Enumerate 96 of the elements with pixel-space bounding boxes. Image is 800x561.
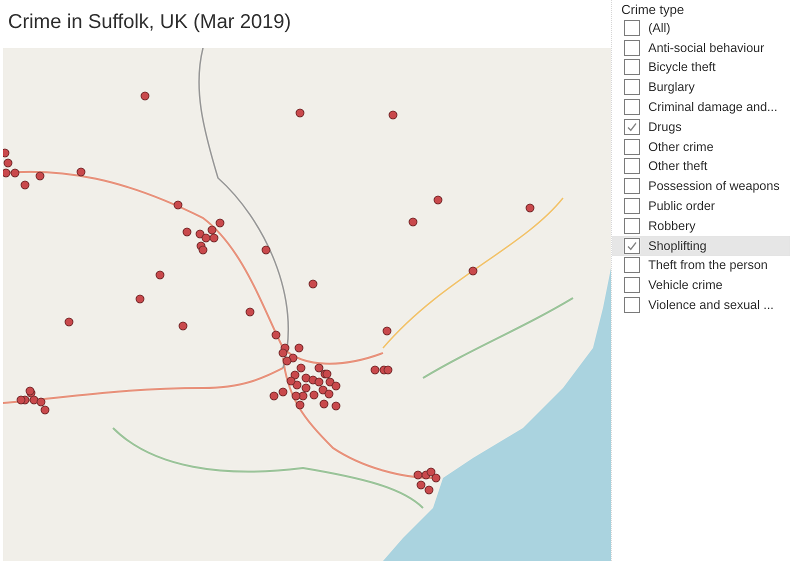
crime-marker [156,270,164,280]
checkmark-icon [626,120,638,133]
crime-marker [286,376,296,386]
crime-marker [216,218,224,228]
crime-marker [332,402,340,410]
crime-marker [292,392,300,400]
crime-marker [262,246,270,254]
checkbox-label[interactable]: Burglary [648,80,695,94]
checkbox-label[interactable]: Possession of weapons [648,179,780,194]
crime-marker [30,396,38,404]
checkbox-label[interactable]: Theft from the person [648,258,768,272]
checkbox-label[interactable]: Violence and sexual ... [648,298,774,312]
checkbox[interactable] [624,118,640,135]
dashboard-title: Crime in Suffolk, UK (Mar 2019) [7,10,292,35]
checkbox-label[interactable]: Shoplifting [648,238,707,253]
crime-marker [246,308,254,316]
crime-marker [322,370,332,378]
crime-marker [278,348,288,358]
checkbox-label[interactable]: Vehicle crime [648,278,723,292]
crime-marker [296,108,304,118]
checkbox[interactable] [624,59,640,76]
checkbox-label[interactable]: Robbery [648,218,696,233]
crime-marker [302,374,310,382]
crime-marker [526,204,534,212]
crime-marker [20,180,30,190]
crime-marker [320,400,328,408]
crime-marker [140,92,150,100]
crime-marker [292,380,302,390]
crime-marker [282,356,292,366]
crime-marker [324,390,334,398]
checkbox[interactable] [624,79,640,96]
crime-marker [296,400,304,410]
crime-marker [434,196,442,204]
checkbox[interactable] [624,20,640,36]
checkbox-label[interactable]: Public order [648,199,715,214]
crime-marker [4,158,12,168]
checkbox-label[interactable]: Other theft [648,159,708,174]
checkbox[interactable] [624,138,640,155]
crime-marker [136,294,144,304]
checkbox[interactable] [624,218,640,234]
crime-marker [384,366,392,374]
crime-marker [408,218,418,226]
checkbox-label[interactable]: (All) [648,20,670,35]
checkbox-label[interactable]: Criminal damage and... [648,100,778,114]
crime-marker [76,168,86,176]
crime-marker [382,326,392,336]
crime-marker [208,226,216,234]
crime-marker [178,322,188,330]
crime-marker [416,480,426,490]
crime-marker [64,318,74,326]
crime-marker [36,172,44,180]
crime-marker [310,390,318,400]
crime-marker [196,230,204,238]
crime-marker [370,366,380,374]
crime-marker [40,406,50,414]
crime-marker [198,246,208,254]
crime-marker [36,398,46,406]
crime-marker [426,468,436,476]
checkbox[interactable] [624,257,640,274]
checkbox-label[interactable]: Anti-social behaviour [648,40,764,55]
crime-marker [294,344,304,352]
crime-marker [424,486,434,494]
crime-marker [270,392,278,400]
checkbox[interactable] [624,277,640,294]
crime-marker [272,330,280,340]
checkbox[interactable] [624,99,640,116]
crime-marker [182,228,192,236]
crime-marker [314,364,324,372]
checkbox[interactable] [624,40,640,56]
checkbox[interactable] [624,198,640,214]
crime-marker [296,364,306,372]
crime-marker [332,382,340,390]
crime-marker [468,266,478,276]
crime-marker [302,384,310,392]
crime-marker [432,474,440,482]
crime-marker [210,234,218,242]
checkbox[interactable] [624,297,640,314]
checkbox[interactable] [624,238,640,254]
crime-marker [290,370,300,380]
crime-marker [326,378,334,386]
crime-marker [174,200,182,210]
crime-marker [26,386,34,396]
filter-title: Crime type [620,2,686,18]
crime-marker [388,110,398,120]
checkbox-label[interactable]: Other crime [648,140,714,154]
crime-marker [314,378,324,386]
crime-marker [16,396,26,404]
crime-marker [308,280,318,288]
crime-marker [10,168,20,178]
checkbox[interactable] [624,158,640,174]
checkbox-label[interactable]: Drugs [648,120,682,134]
crime-marker [318,386,328,394]
crime-marker [278,388,288,396]
checkbox[interactable] [624,178,640,194]
checkmark-icon [626,240,638,252]
checkbox-label[interactable]: Bicycle theft [648,60,716,74]
